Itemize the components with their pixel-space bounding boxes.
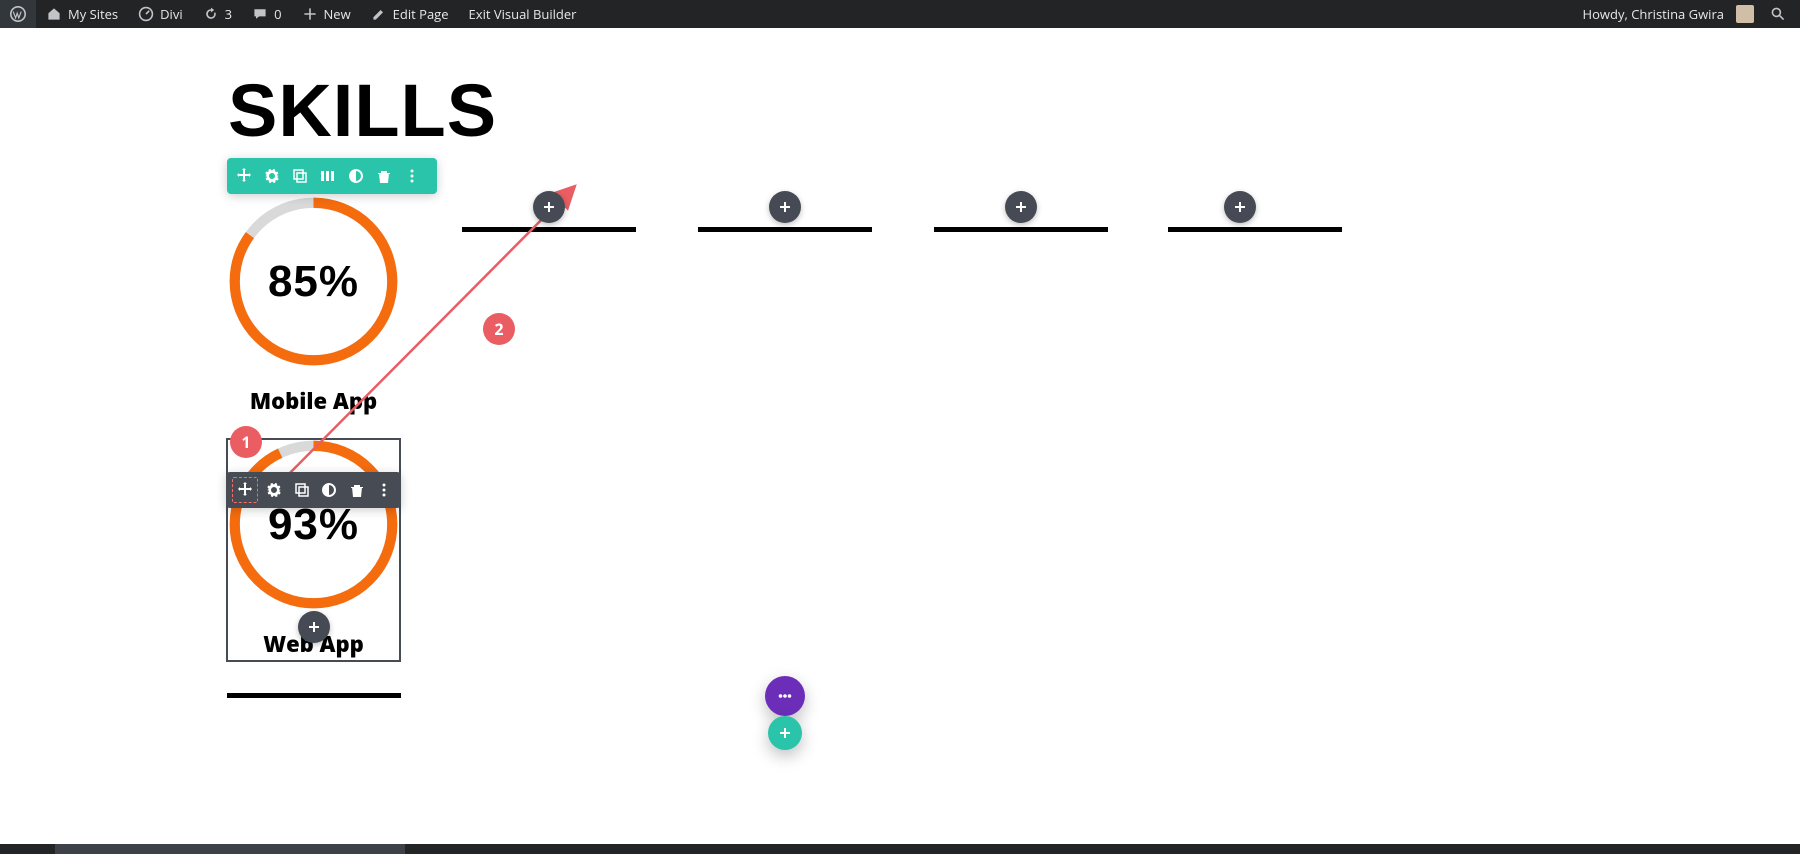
admin-right-group: Howdy, Christina Gwira [1573,0,1800,28]
divi-label: Divi [160,5,183,23]
row-columns-button[interactable] [317,165,339,187]
avatar [1736,5,1754,23]
add-module-col-5[interactable] [1224,191,1256,223]
column-divider-3 [698,227,872,232]
module-duplicate-button[interactable] [291,479,313,501]
module-move-handle[interactable] [232,477,258,503]
module-more-button[interactable] [374,479,396,501]
home-icon [46,6,62,22]
comments-count: 0 [274,5,281,23]
fab-more[interactable] [765,676,805,716]
add-module-col-4[interactable] [1005,191,1037,223]
annotation-marker-2: 2 [483,313,515,345]
row-more-button[interactable] [401,165,423,187]
wordpress-icon [10,6,26,22]
refresh-icon [203,6,219,22]
edit-page-label: Edit Page [393,5,449,23]
module-save-button[interactable] [319,479,341,501]
add-module-col-3[interactable] [769,191,801,223]
wordpress-menu[interactable] [0,0,36,28]
plus-icon [302,6,318,22]
fab-add[interactable] [768,716,802,750]
marker-1-label: 1 [241,431,250,453]
module-delete-button[interactable] [346,479,368,501]
edit-page-link[interactable]: Edit Page [361,0,459,28]
comments-menu[interactable]: 0 [242,0,291,28]
row-move-handle[interactable] [233,165,255,187]
module-settings-button[interactable] [264,479,286,501]
new-label: New [324,5,351,23]
howdy-label: Howdy, Christina Gwira [1583,5,1724,23]
divi-menu[interactable]: Divi [128,0,193,28]
column-divider-1-bottom [227,693,401,698]
admin-left-group: My Sites Divi 3 0 New [0,0,586,28]
updates-menu[interactable]: 3 [193,0,242,28]
row-delete-button[interactable] [373,165,395,187]
module-toolbar [226,472,401,508]
howdy-menu[interactable]: Howdy, Christina Gwira [1573,0,1764,28]
add-module-below[interactable] [298,611,330,643]
row-toolbar [227,158,437,194]
row-settings-button[interactable] [261,165,283,187]
search-icon [1770,6,1786,22]
add-module-col-2[interactable] [533,191,565,223]
wp-admin-bar: My Sites Divi 3 0 New [0,0,1800,28]
new-menu[interactable]: New [292,0,361,28]
annotation-marker-1: 1 [230,426,262,458]
search-toggle[interactable] [1764,0,1792,28]
row-duplicate-button[interactable] [289,165,311,187]
dashboard-icon [138,6,154,22]
exit-label: Exit Visual Builder [469,5,577,23]
mysites-label: My Sites [68,5,118,23]
updates-count: 3 [225,5,232,23]
page-title: SKILLS [228,68,497,153]
mysites-menu[interactable]: My Sites [36,0,128,28]
page-area: SKILLS [0,28,1800,854]
marker-2-label: 2 [494,318,503,340]
pencil-icon [371,6,387,22]
column-divider-4 [934,227,1108,232]
row-save-button[interactable] [345,165,367,187]
bottom-strip [0,844,1800,854]
column-divider-5 [1168,227,1342,232]
exit-visual-builder-link[interactable]: Exit Visual Builder [459,0,587,28]
comment-icon [252,6,268,22]
